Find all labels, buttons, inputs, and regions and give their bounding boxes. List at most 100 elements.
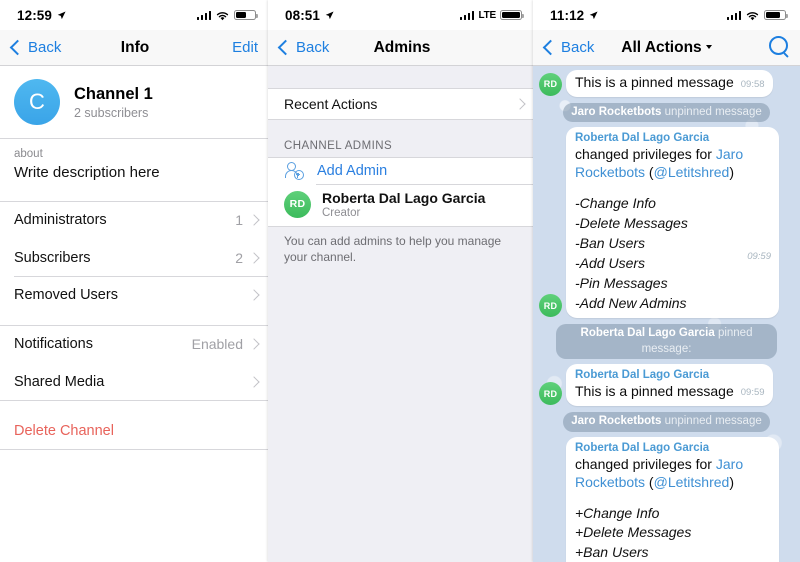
panel-admins: 08:51 LTE Back Admins Recent Actions CHA…	[268, 0, 536, 562]
sidebar-item-notifications[interactable]: Notifications Enabled	[0, 325, 270, 363]
chevron-right-icon	[248, 375, 260, 388]
cellular-bars-icon	[196, 10, 211, 20]
navbar-panel2: Back Admins	[268, 30, 536, 66]
search-button[interactable]	[769, 36, 788, 59]
edit-button[interactable]: Edit	[232, 39, 258, 56]
message-row[interactable]: RD Roberta Dal Lago Garcia 09:59 This is…	[533, 364, 800, 407]
text-part: changed privileges for	[575, 146, 716, 163]
message-text: changed privileges for Jaro Rocketbots (…	[575, 456, 771, 492]
text-part: (	[645, 164, 654, 181]
message-text-wrap: 09:58 This is a pinned message	[575, 74, 765, 92]
message-time: 09:59	[740, 387, 765, 399]
recent-actions-row[interactable]: Recent Actions	[268, 88, 536, 120]
text-part: changed privileges for	[575, 455, 716, 472]
admins-footnote: You can add admins to help you manage yo…	[284, 234, 502, 265]
admin-role: Creator	[322, 207, 361, 220]
privilege-item: +Delete Messages	[575, 524, 692, 541]
text-part: )	[729, 164, 734, 181]
admin-list-item[interactable]: RD Roberta Dal Lago Garcia Creator	[268, 185, 536, 227]
service-action: unpinned message	[664, 415, 762, 428]
privilege-item: +Change Info	[575, 504, 660, 521]
channel-profile[interactable]: C Channel 1 2 subscribers	[0, 66, 270, 138]
row-value-group	[243, 289, 260, 301]
about-section[interactable]: about Write description here	[0, 139, 270, 190]
status-right	[726, 9, 788, 21]
battery-icon	[500, 9, 524, 21]
message-row[interactable]: RD Roberta Dal Lago Garcia changed privi…	[533, 127, 800, 319]
channel-profile-text: Channel 1 2 subscribers	[74, 84, 153, 121]
section-gap	[0, 400, 270, 412]
status-time: 12:59	[17, 7, 53, 23]
message-bubble[interactable]: Roberta Dal Lago Garcia 09:59 This is a …	[566, 364, 773, 407]
cellular-bars-icon	[459, 10, 475, 20]
mention-link[interactable]: @Letitshred	[654, 474, 730, 490]
chevron-left-icon	[542, 39, 559, 56]
service-actor: Jaro Rocketbots	[571, 105, 662, 118]
avatar: RD	[539, 382, 562, 406]
privileges-list: 09:59 -Change Info -Delete Messages -Ban…	[575, 194, 771, 313]
message-row[interactable]: RD Roberta Dal Lago Garcia changed privi…	[533, 436, 800, 562]
sidebar-item-subscribers[interactable]: Subscribers 2	[0, 239, 270, 277]
service-action: unpinned message	[664, 105, 762, 118]
row-value-group: 2	[235, 250, 260, 266]
message-text: This is a pinned message	[575, 74, 734, 90]
privilege-item: -Ban Users	[575, 234, 646, 251]
message-sender: Roberta Dal Lago Garcia	[575, 441, 710, 454]
row-label: Subscribers	[14, 249, 91, 266]
message-row[interactable]: RD 09:58 This is a pinned message	[533, 70, 800, 97]
admin-text: Roberta Dal Lago Garcia Creator	[322, 190, 485, 220]
message-text: changed privileges for Jaro Rocketbots (…	[575, 146, 771, 182]
location-arrow-icon	[325, 10, 334, 19]
add-user-icon	[284, 162, 304, 180]
status-bar-panel2: 08:51 LTE	[268, 0, 536, 30]
sidebar-item-removed-users[interactable]: Removed Users	[0, 276, 270, 314]
status-left: 11:12	[550, 8, 598, 23]
chevron-right-icon	[248, 214, 260, 226]
service-message-pill: Roberta Dal Lago Garcia pinned message:	[556, 324, 777, 360]
row-label: Delete Channel	[14, 422, 114, 439]
row-value: Enabled	[191, 336, 243, 353]
back-button[interactable]: Back	[9, 39, 61, 56]
navbar-panel1: Back Info Edit	[0, 30, 270, 66]
status-bar-panel3: 11:12	[533, 0, 800, 30]
section-gap	[0, 314, 270, 326]
service-message: Jaro Rocketbots unpinned message	[533, 101, 800, 128]
navbar-panel3: Back All Actions	[533, 30, 800, 66]
back-button[interactable]: Back	[277, 39, 329, 56]
channel-name: Channel 1	[74, 84, 153, 103]
sidebar-item-shared-media[interactable]: Shared Media	[0, 363, 270, 401]
channel-info-body: C Channel 1 2 subscribers about Write de…	[0, 66, 270, 450]
location-arrow-icon	[590, 10, 598, 19]
section-header-channel-admins: CHANNEL ADMINS	[284, 140, 393, 152]
about-value: Write description here	[14, 163, 160, 181]
sidebar-item-administrators[interactable]: Administrators 1	[0, 201, 270, 239]
search-icon	[769, 36, 788, 55]
location-arrow-icon	[57, 10, 66, 19]
chevron-left-icon	[277, 39, 294, 56]
back-button[interactable]: Back	[542, 39, 594, 56]
privilege-item: -Add New Admins	[575, 294, 687, 311]
service-actor: Roberta Dal Lago Garcia	[580, 327, 715, 340]
privileges-list: 11:03 +Change Info +Delete Messages +Ban…	[575, 504, 771, 562]
service-message-pill: Jaro Rocketbots unpinned message	[563, 102, 770, 123]
message-sender: Roberta Dal Lago Garcia	[575, 369, 710, 382]
status-right: LTE	[459, 9, 524, 21]
add-admin-button[interactable]: Add Admin	[268, 158, 536, 184]
battery-icon	[234, 9, 258, 21]
avatar: RD	[539, 72, 562, 96]
wifi-icon	[216, 11, 229, 20]
message-bubble[interactable]: Roberta Dal Lago Garcia changed privileg…	[566, 127, 779, 319]
message-bubble[interactable]: Roberta Dal Lago Garcia changed privileg…	[566, 436, 779, 562]
row-value-group: Enabled	[191, 336, 260, 353]
privilege-item: +Ban Users	[575, 544, 649, 561]
about-label: about	[14, 147, 43, 160]
mention-link[interactable]: @Letitshred	[654, 164, 730, 180]
status-left: 08:51	[285, 8, 334, 23]
chat-log[interactable]: RD 09:58 This is a pinned message Jaro R…	[533, 66, 800, 562]
row-value-group	[243, 375, 260, 388]
delete-channel-button[interactable]: Delete Channel	[0, 412, 270, 450]
message-bubble[interactable]: 09:58 This is a pinned message	[566, 70, 773, 97]
avatar: C	[14, 79, 60, 125]
